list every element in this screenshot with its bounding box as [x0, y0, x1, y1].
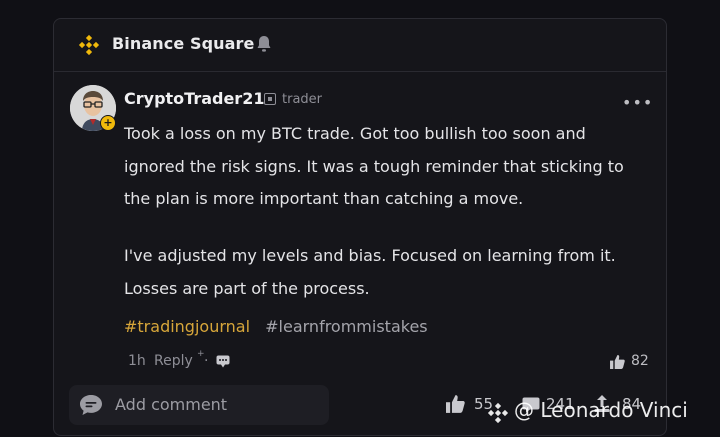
add-comment-placeholder: Add comment — [115, 395, 228, 414]
gift-chat-icon[interactable] — [216, 355, 230, 368]
watermark-logo-icon — [487, 402, 509, 424]
post-line-3: the plan is more important than catching… — [124, 189, 524, 208]
like-stat-icon[interactable] — [446, 395, 465, 413]
binance-logo-icon — [78, 34, 100, 56]
more-options-button[interactable]: ••• — [622, 93, 653, 112]
brand-title[interactable]: Binance Square — [112, 34, 254, 53]
post-line-4: I've adjusted my levels and bias. Focuse… — [124, 246, 616, 265]
post-time: 1h — [128, 353, 146, 369]
bell-icon[interactable] — [256, 35, 272, 53]
card-header: Binance Square — [54, 19, 666, 72]
post-card: Binance Square + CryptoTrader21 trader •… — [53, 18, 667, 436]
reply-button[interactable]: Reply — [154, 353, 193, 369]
like-icon[interactable] — [610, 355, 625, 369]
post-line-5: Losses are part of the process. — [124, 279, 370, 298]
add-comment-input[interactable]: Add comment — [69, 385, 329, 425]
watermark-text: @ Leonardo Vinci — [514, 398, 688, 422]
comment-icon — [80, 395, 102, 415]
hashtags: #tradingjournal #learnfrommistakes — [124, 317, 428, 336]
role-icon — [264, 93, 276, 105]
avatar-badge-icon: + — [100, 115, 116, 131]
separator-dot: · — [204, 353, 209, 369]
post-line-2: ignored the risk signs. It was a tough r… — [124, 157, 624, 176]
author-role: trader — [282, 92, 323, 107]
hashtag-tradingjournal[interactable]: #tradingjournal — [124, 317, 250, 336]
hashtag-learnfrommistakes[interactable]: #learnfrommistakes — [265, 317, 428, 336]
author-name[interactable]: CryptoTrader21 — [124, 89, 264, 108]
like-count: 82 — [631, 353, 649, 369]
post-line-1: Took a loss on my BTC trade. Got too bul… — [124, 124, 586, 143]
